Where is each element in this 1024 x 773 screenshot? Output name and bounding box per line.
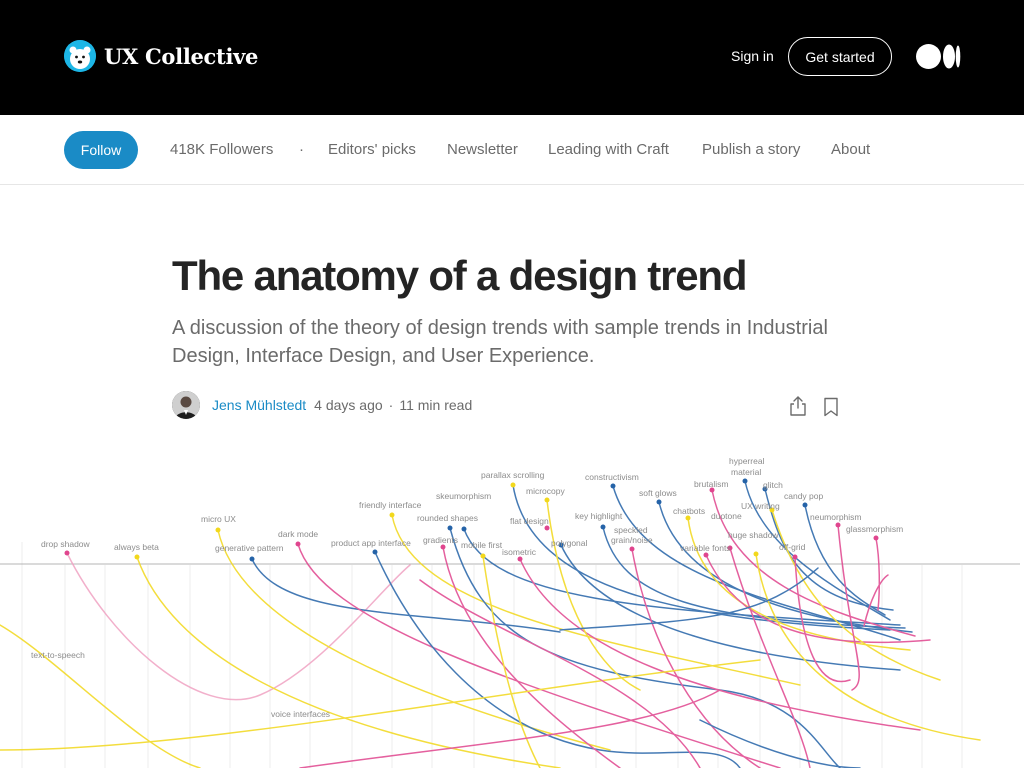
- label-huge-shadow: huge shadow: [728, 530, 779, 540]
- label-generative-pattern: generative pattern: [215, 543, 284, 553]
- label-voice-interfaces: voice interfaces: [271, 709, 330, 719]
- label-parallax-scrolling: parallax scrolling: [481, 470, 545, 480]
- label-grain-noise: grain/noise: [611, 535, 653, 545]
- top-bar: UX Collective Sign in Get started: [0, 0, 1024, 115]
- label-duotone: duotone: [711, 511, 742, 521]
- publish-date: 4 days ago: [314, 397, 383, 413]
- label-soft-glows: soft glows: [639, 488, 677, 498]
- label-chatbots: chatbots: [673, 506, 705, 516]
- label-neumorphism: neumorphism: [810, 512, 862, 522]
- label-off-grid: off-grid: [779, 542, 806, 552]
- label-brutalism: brutalism: [694, 479, 728, 489]
- byline-separator: ·: [388, 397, 394, 413]
- label-gradients: gradients: [423, 535, 458, 545]
- article-subtitle: A discussion of the theory of design tre…: [172, 317, 828, 367]
- label-hyperreal: hyperreal: [729, 456, 765, 466]
- brand-name: UX Collective: [104, 43, 259, 69]
- nav-item-about[interactable]: About: [831, 141, 870, 158]
- medium-logo-icon[interactable]: [916, 44, 961, 69]
- trend-chart: drop shadow always beta micro UX generat…: [0, 456, 1020, 769]
- label-ux-writing: UX writing: [741, 501, 780, 511]
- label-mobile-first: mobile first: [461, 540, 503, 550]
- label-skeumorphism: skeumorphism: [436, 491, 491, 501]
- label-key-highlight: key highlight: [575, 511, 623, 521]
- label-candy-pop: candy pop: [784, 491, 823, 501]
- nav-separator: ·: [299, 141, 304, 158]
- label-dark-mode: dark mode: [278, 529, 318, 539]
- trend-curves: [0, 480, 981, 769]
- follow-button[interactable]: Follow: [64, 131, 138, 169]
- byline: Jens Mühlstedt 4 days ago · 11 min read: [172, 391, 472, 419]
- label-microcopy: microcopy: [526, 486, 565, 496]
- read-time: 11 min read: [399, 397, 473, 413]
- label-text-to-speech: text-to-speech: [31, 650, 85, 660]
- label-glitch: glitch: [763, 480, 783, 490]
- share-icon[interactable]: [788, 395, 808, 417]
- sign-in-link[interactable]: Sign in: [731, 48, 774, 64]
- label-drop-shadow: drop shadow: [41, 539, 91, 549]
- author-avatar[interactable]: [172, 391, 200, 419]
- label-speckled: speckled: [614, 525, 648, 535]
- nav-item-publish-a-story[interactable]: Publish a story: [702, 141, 800, 158]
- label-product-app-interface: product app interface: [331, 538, 411, 548]
- nav-item-leading-with-craft[interactable]: Leading with Craft: [548, 141, 669, 158]
- label-always-beta: always beta: [114, 542, 159, 552]
- followers-count[interactable]: 418K Followers: [170, 141, 273, 158]
- grid-lines: [21, 542, 963, 768]
- label-material: material: [731, 467, 761, 477]
- bookmark-icon[interactable]: [823, 397, 839, 417]
- nav-item-newsletter[interactable]: Newsletter: [447, 141, 518, 158]
- label-micro-ux: micro UX: [201, 514, 236, 524]
- hero-illustration: drop shadow always beta micro UX generat…: [0, 450, 1024, 769]
- author-name[interactable]: Jens Mühlstedt: [212, 397, 306, 413]
- label-rounded-shapes: rounded shapes: [417, 513, 478, 523]
- brand[interactable]: UX Collective: [64, 40, 258, 72]
- polar-bear-logo-icon: [64, 40, 96, 72]
- label-glassmorphism: glassmorphism: [846, 524, 903, 534]
- nav-item-editors-picks[interactable]: Editors' picks: [328, 141, 416, 158]
- label-variable-fonts: variable fonts: [680, 543, 731, 553]
- label-polygonal: polygonal: [551, 538, 588, 548]
- publication-nav: Follow 418K Followers · Editors' picks N…: [0, 115, 1024, 185]
- get-started-button[interactable]: Get started: [788, 37, 892, 76]
- label-flat-design: flat design: [510, 516, 549, 526]
- label-friendly-interface: friendly interface: [359, 500, 422, 510]
- article-title: The anatomy of a design trend: [172, 252, 747, 299]
- label-constructivism: constructivism: [585, 472, 639, 482]
- label-isometric: isometric: [502, 547, 537, 557]
